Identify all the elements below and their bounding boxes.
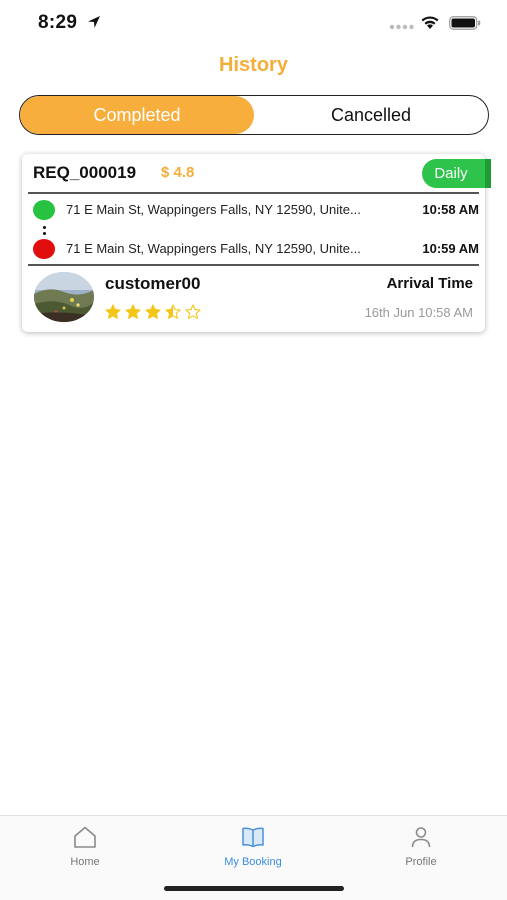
route-connector (43, 226, 46, 238)
location-arrow-icon (88, 16, 100, 28)
request-id: REQ_000019 (33, 163, 137, 182)
book-icon (242, 827, 264, 848)
frequency-badge: Daily (422, 159, 485, 188)
star-filled-icon (125, 304, 141, 319)
drop-dot-icon (33, 239, 55, 259)
cellular-signal-icon (389, 24, 414, 30)
pickup-location-row: 71 E Main St, Wappingers Falls, NY 12590… (33, 200, 479, 220)
star-filled-icon (145, 304, 161, 319)
pickup-address: 71 E Main St, Wappingers Falls, NY 12590… (66, 202, 361, 217)
divider (28, 192, 479, 194)
nav-label-profile: Profile (405, 856, 437, 868)
nav-label-my-booking: My Booking (224, 856, 282, 868)
arrival-label: Arrival Time (386, 275, 473, 292)
drop-address: 71 E Main St, Wappingers Falls, NY 12590… (66, 241, 361, 256)
home-icon (74, 826, 96, 848)
home-indicator (164, 886, 344, 891)
pickup-dot-icon (33, 200, 55, 220)
badge-ribbon-fold (485, 159, 491, 188)
page-title: History (219, 54, 288, 76)
customer-name: customer00 (105, 274, 201, 293)
tab-completed[interactable]: Completed (20, 96, 254, 134)
nav-item-my-booking[interactable]: My Booking (198, 824, 308, 868)
person-icon (411, 827, 431, 848)
tab-cancelled[interactable]: Cancelled (254, 96, 488, 134)
customer-avatar (34, 272, 94, 322)
nav-item-profile[interactable]: Profile (366, 824, 476, 868)
rating-stars (105, 304, 201, 320)
drop-location-row: 71 E Main St, Wappingers Falls, NY 12590… (33, 239, 479, 259)
nav-label-home: Home (70, 856, 100, 868)
pickup-time: 10:58 AM (422, 202, 479, 217)
star-filled-icon (105, 304, 121, 319)
arrival-time: 16th Jun 10:58 AM (364, 305, 473, 320)
status-time: 8:29 (38, 12, 78, 33)
divider (28, 264, 479, 266)
booking-card[interactable]: REQ_000019 $ 4.8 Daily 71 E Main St, Wap… (22, 154, 491, 332)
nav-item-home[interactable]: Home (30, 824, 140, 868)
history-tabs: Completed Cancelled (19, 95, 489, 135)
star-empty-icon (185, 304, 201, 319)
status-bar: 8:29 (0, 0, 507, 46)
battery-icon (449, 16, 481, 30)
star-half-icon (165, 304, 181, 319)
booking-price: $ 4.8 (161, 164, 195, 181)
drop-time: 10:59 AM (422, 241, 479, 256)
wifi-icon (421, 16, 439, 29)
